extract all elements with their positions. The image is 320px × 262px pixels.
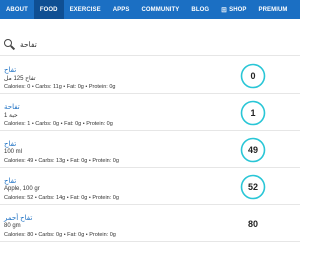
nav-apps[interactable]: APPS: [107, 0, 136, 19]
food-search: [4, 37, 296, 51]
food-macros: Calories: 49 • Carbs: 13g • Fat: 0g • Pr…: [4, 158, 119, 164]
food-macros: Calories: 80 • Carbs: 0g • Fat: 0g • Pro…: [4, 232, 116, 238]
food-macros: Calories: 52 • Carbs: 14g • Fat: 0g • Pr…: [4, 195, 119, 201]
food-name[interactable]: تفاح أحمر: [4, 214, 32, 222]
score-value: 80: [247, 219, 258, 229]
food-macros: Calories: 0 • Carbs: 11g • Fat: 0g • Pro…: [4, 84, 116, 90]
nav-blog[interactable]: BLOG: [185, 0, 215, 19]
nav-shop-label: SHOP: [229, 6, 247, 13]
under-armour-logo-icon: ⊞: [221, 6, 228, 14]
calorie-score: 0: [240, 63, 266, 89]
food-name[interactable]: تفاح: [4, 66, 16, 74]
nav-premium[interactable]: PREMIUM: [253, 0, 294, 19]
list-item[interactable]: تفاح Apple, 100 gr Calories: 52 • Carbs:…: [0, 168, 300, 205]
food-macros: Calories: 1 • Carbs: 0g • Fat: 0g • Prot…: [4, 121, 113, 127]
list-item[interactable]: تفاح 100 ml Calories: 49 • Carbs: 13g • …: [0, 131, 300, 168]
list-item[interactable]: تفاحة حبة 1 Calories: 1 • Carbs: 0g • Fa…: [0, 94, 300, 131]
food-name[interactable]: تفاح: [4, 177, 16, 185]
search-icon[interactable]: [4, 38, 15, 50]
search-divider: [0, 55, 300, 56]
nav-community[interactable]: COMMUNITY: [135, 0, 185, 19]
calorie-score: 80: [240, 211, 266, 237]
search-input[interactable]: [20, 39, 280, 49]
list-item[interactable]: تفاح تفاح 125 مل Calories: 0 • Carbs: 11…: [0, 57, 300, 94]
food-name[interactable]: تفاح: [4, 140, 16, 148]
list-item[interactable]: تفاح أحمر 80 gm Calories: 80 • Carbs: 0g…: [0, 205, 300, 242]
nav-food[interactable]: FOOD: [33, 0, 64, 19]
top-nav: ABOUT FOOD EXERCISE APPS COMMUNITY BLOG …: [0, 0, 300, 19]
food-serving: Apple, 100 gr: [4, 186, 40, 192]
score-value: 1: [250, 108, 256, 118]
nav-about[interactable]: ABOUT: [0, 0, 34, 19]
nav-shop[interactable]: ⊞ SHOP: [215, 0, 252, 19]
score-value: 49: [247, 145, 258, 155]
food-serving: حبة 1: [4, 113, 18, 119]
score-value: 0: [250, 71, 256, 81]
calorie-score: 1: [240, 100, 266, 126]
calorie-score: 52: [240, 174, 266, 200]
calorie-score: 49: [240, 137, 266, 163]
food-serving: تفاح 125 مل: [4, 76, 36, 82]
food-serving: 100 ml: [4, 149, 23, 155]
food-name[interactable]: تفاحة: [4, 103, 20, 111]
score-value: 52: [247, 182, 258, 192]
nav-exercise[interactable]: EXERCISE: [64, 0, 107, 19]
food-results-list: تفاح تفاح 125 مل Calories: 0 • Carbs: 11…: [0, 57, 300, 242]
food-serving: 80 gm: [4, 223, 21, 229]
